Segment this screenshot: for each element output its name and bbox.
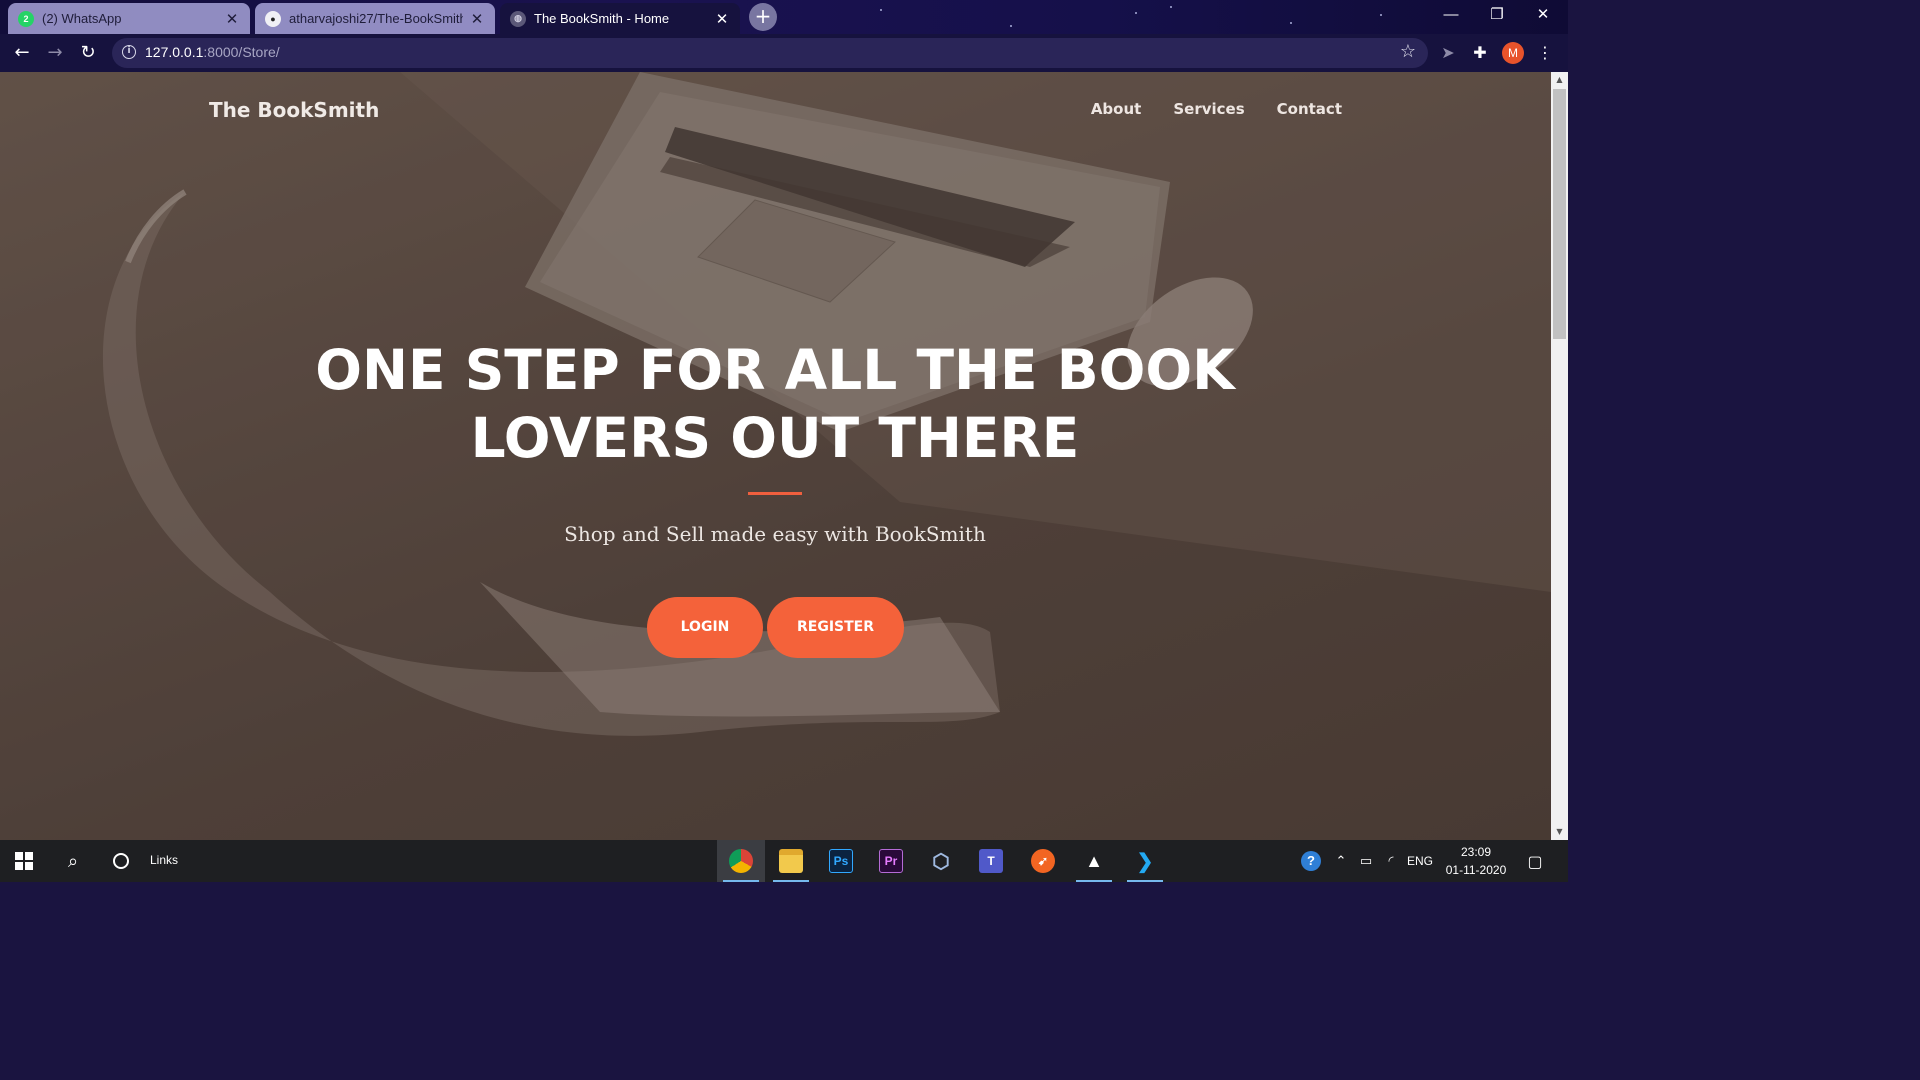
file-explorer-icon <box>779 849 803 873</box>
battery-icon[interactable]: ▭ <box>1354 840 1378 882</box>
compass-icon: ➹ <box>1031 849 1055 873</box>
taskbar-vscode[interactable]: ❯ <box>1121 840 1169 882</box>
taskbar-photoshop[interactable]: Ps <box>817 840 865 882</box>
extensions-puzzle-icon[interactable]: ✚ <box>1469 42 1491 64</box>
linux-icon: ▲ <box>1085 850 1103 871</box>
bookmark-star-icon[interactable]: ☆ <box>1400 41 1416 62</box>
star-decoration <box>880 9 882 11</box>
extension-arrow-icon[interactable]: ➤ <box>1437 42 1459 64</box>
clock-date[interactable]: 01-11-2020 <box>1440 863 1512 877</box>
scroll-up-arrow-icon[interactable]: ▲ <box>1551 72 1568 88</box>
hero-subtitle: Shop and Sell made easy with BookSmith <box>564 522 986 546</box>
virtualbox-icon: ⬡ <box>932 850 950 873</box>
address-url[interactable]: 127.0.0.1:8000/Store/ <box>145 44 280 60</box>
hero-title-line-1: ONE STEP FOR ALL THE BOOK <box>315 338 1235 402</box>
profile-avatar[interactable]: M <box>1502 42 1524 64</box>
forward-arrow-icon[interactable]: → <box>42 40 68 66</box>
close-window-button[interactable]: ✕ <box>1520 0 1566 32</box>
page-scrollbar[interactable]: ▲ ▼ <box>1551 72 1568 840</box>
tab-title: (2) WhatsApp <box>42 11 122 26</box>
scrollbar-thumb[interactable] <box>1553 89 1566 339</box>
cortana-button[interactable] <box>98 840 144 882</box>
site-info-icon[interactable]: i <box>122 45 136 59</box>
reload-icon[interactable]: ↻ <box>75 40 101 66</box>
tab-title: The BookSmith - Home <box>534 11 670 26</box>
brand-logo-text[interactable]: The BookSmith <box>209 98 379 122</box>
taskbar-teams[interactable]: T <box>967 840 1015 882</box>
links-toolbar-label[interactable]: Links <box>150 853 178 867</box>
tab-booksmith-home[interactable]: ◍ The BookSmith - Home ✕ <box>500 3 740 34</box>
running-indicator <box>1076 880 1112 882</box>
tab-whatsapp[interactable]: 2 (2) WhatsApp ✕ <box>8 3 250 34</box>
language-indicator[interactable]: ENG <box>1405 854 1435 868</box>
photoshop-icon: Ps <box>829 849 853 873</box>
star-decoration <box>1380 14 1382 16</box>
menu-kebab-icon[interactable]: ⋮ <box>1534 42 1556 64</box>
browser-toolbar: ← → ↻ i 127.0.0.1:8000/Store/ ☆ ➤ ✚ M ⋮ <box>0 34 1568 72</box>
show-hidden-icons-chevron-icon[interactable]: ⌃ <box>1330 840 1352 882</box>
github-icon: ● <box>265 10 281 27</box>
taskbar-file-explorer[interactable] <box>767 840 815 882</box>
windows-taskbar: ⌕ Links Ps Pr ⬡ T ➹ ▲ ❯ ? ⌃ ▭ ◜ ENG 23:0… <box>0 840 1568 882</box>
help-question-icon: ? <box>1301 851 1321 871</box>
close-tab-icon[interactable]: ✕ <box>469 10 485 28</box>
running-indicator <box>773 880 809 882</box>
premiere-icon: Pr <box>879 849 903 873</box>
taskbar-compass-app[interactable]: ➹ <box>1019 840 1067 882</box>
globe-icon: ◍ <box>510 10 526 27</box>
url-path: :8000/Store/ <box>203 44 280 60</box>
running-indicator <box>1127 880 1163 882</box>
notification-center-icon[interactable]: ▢ <box>1520 840 1550 882</box>
star-decoration <box>1135 12 1137 14</box>
register-button[interactable]: REGISTER <box>767 597 904 658</box>
clock-time[interactable]: 23:09 <box>1440 845 1512 859</box>
star-decoration <box>1010 25 1012 27</box>
restore-button[interactable]: ❐ <box>1474 0 1520 32</box>
whatsapp-icon: 2 <box>18 10 34 27</box>
minimize-button[interactable]: — <box>1428 0 1474 32</box>
nav-services-link[interactable]: Services <box>1173 100 1244 118</box>
taskbar-premiere[interactable]: Pr <box>867 840 915 882</box>
taskbar-linux[interactable]: ▲ <box>1070 840 1118 882</box>
hero-divider <box>748 492 802 495</box>
start-button[interactable] <box>0 840 48 882</box>
main-nav: About Services Contact <box>1091 100 1342 118</box>
running-indicator <box>723 880 759 882</box>
tab-title: atharvajoshi27/The-BookSmith: I <box>289 11 463 26</box>
teams-icon: T <box>979 849 1003 873</box>
url-host: 127.0.0.1 <box>145 44 204 60</box>
nav-about-link[interactable]: About <box>1091 100 1142 118</box>
star-decoration <box>1170 6 1172 8</box>
help-tray-icon[interactable]: ? <box>1298 840 1324 882</box>
back-arrow-icon[interactable]: ← <box>9 40 35 66</box>
cortana-circle-icon <box>113 853 129 869</box>
close-tab-icon[interactable]: ✕ <box>224 10 240 28</box>
page-viewport: The BookSmith About Services Contact ONE… <box>0 72 1551 840</box>
close-tab-icon[interactable]: ✕ <box>714 10 730 28</box>
tab-strip: 2 (2) WhatsApp ✕ ● atharvajoshi27/The-Bo… <box>0 0 1568 34</box>
login-button[interactable]: LOGIN <box>647 597 763 658</box>
tab-github[interactable]: ● atharvajoshi27/The-BookSmith: I ✕ <box>255 3 495 34</box>
scroll-down-arrow-icon[interactable]: ▼ <box>1551 824 1568 840</box>
taskbar-virtualbox[interactable]: ⬡ <box>917 840 965 882</box>
vscode-icon: ❯ <box>1136 850 1154 873</box>
hero-title: ONE STEP FOR ALL THE BOOK LOVERS OUT THE… <box>300 336 1250 472</box>
new-tab-button[interactable]: + <box>749 3 777 31</box>
windows-logo-icon <box>15 852 33 870</box>
address-bar[interactable]: i 127.0.0.1:8000/Store/ ☆ <box>112 38 1428 68</box>
nav-contact-link[interactable]: Contact <box>1277 100 1342 118</box>
search-icon[interactable]: ⌕ <box>50 840 96 882</box>
star-decoration <box>1290 22 1292 24</box>
chrome-icon <box>729 849 753 873</box>
taskbar-chrome[interactable] <box>717 840 765 882</box>
wifi-icon[interactable]: ◜ <box>1380 840 1402 882</box>
hero-title-line-2: LOVERS OUT THERE <box>470 406 1080 470</box>
